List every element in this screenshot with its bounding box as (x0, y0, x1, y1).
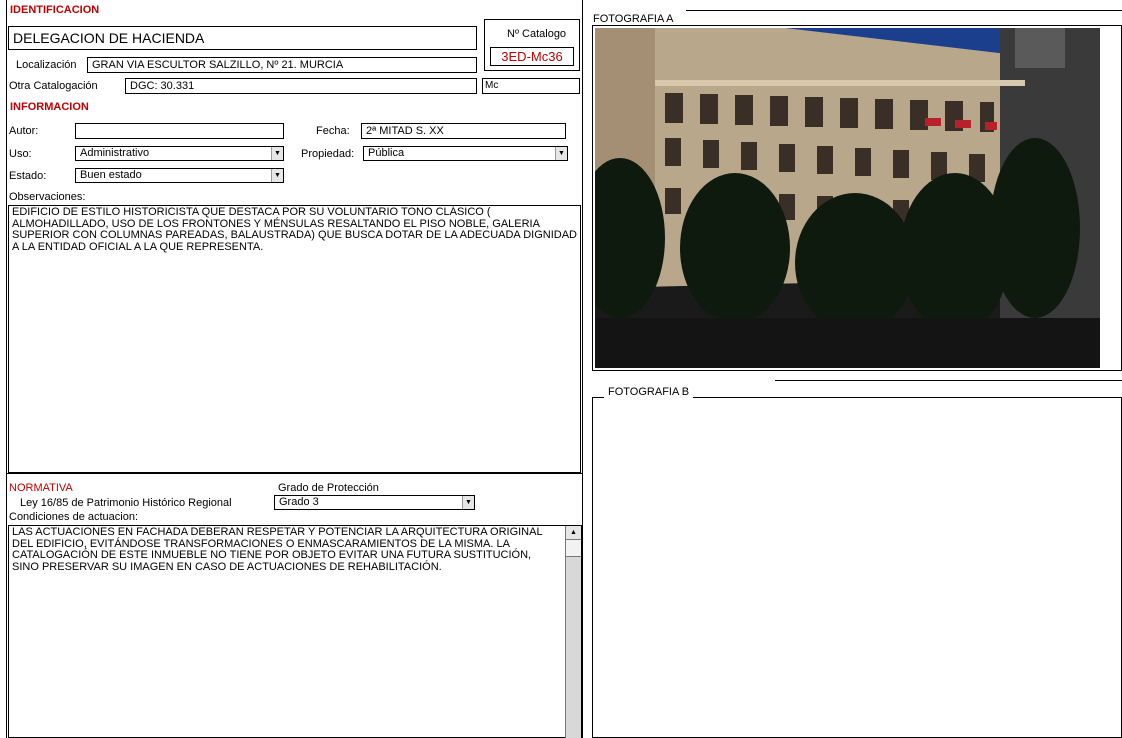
observaciones-label: Observaciones: (9, 191, 86, 203)
localizacion-field[interactable]: GRAN VIA ESCULTOR SALZILLO, Nº 21. MURCI… (87, 57, 477, 73)
grado-select[interactable]: Grado 3 ▼ (274, 495, 475, 510)
fecha-field[interactable]: 2ª MITAD S. XX (361, 123, 566, 139)
propiedad-select[interactable]: Pública ▼ (363, 146, 568, 161)
uso-label: Uso: (9, 148, 32, 160)
catalog-number-field[interactable]: 3ED-Mc36 (490, 47, 574, 66)
condiciones-label: Condiciones de actuacion: (9, 511, 139, 523)
fotografia-a-top-line (686, 10, 1122, 11)
informacion-title: INFORMACION (10, 101, 89, 113)
otra-catalogacion-label: Otra Catalogación (9, 80, 98, 92)
fotografia-b-label: FOTOGRAFIA B (604, 386, 694, 398)
section-divider (6, 473, 583, 474)
otra-catalogacion-field[interactable]: DGC: 30.331 (125, 78, 477, 94)
estado-select-value: Buen estado (80, 169, 142, 181)
scroll-thumb[interactable] (566, 540, 581, 557)
chevron-down-icon[interactable]: ▼ (271, 169, 283, 182)
fotografia-b-top-line (775, 380, 1122, 381)
estado-select[interactable]: Buen estado ▼ (75, 168, 284, 183)
grado-proteccion-label: Grado de Protección (278, 482, 379, 494)
mc-field[interactable]: Mc (482, 78, 580, 94)
fotografia-b-frame (592, 397, 1122, 738)
uso-select-value: Administrativo (80, 147, 150, 159)
chevron-down-icon[interactable]: ▼ (462, 496, 474, 509)
building-name-field[interactable]: DELEGACION DE HACIENDA (8, 26, 477, 50)
fecha-label: Fecha: (316, 125, 350, 137)
observaciones-textarea[interactable]: EDIFICIO DE ESTILO HISTORICISTA QUE DEST… (8, 205, 581, 473)
condiciones-textarea[interactable]: LAS ACTUACIONES EN FACHADA DEBERAN RESPE… (8, 525, 582, 738)
normativa-title: NORMATIVA (9, 482, 73, 494)
propiedad-select-value: Pública (368, 147, 405, 159)
uso-select[interactable]: Administrativo ▼ (75, 146, 284, 161)
propiedad-label: Propiedad: (301, 148, 355, 160)
autor-label: Autor: (9, 125, 39, 137)
ley-label: Ley 16/85 de Patrimonio Histórico Region… (20, 497, 232, 509)
estado-label: Estado: (9, 170, 47, 182)
identificacion-title: IDENTIFICACION (10, 4, 100, 16)
chevron-down-icon[interactable]: ▼ (271, 147, 283, 160)
grado-select-value: Grado 3 (279, 496, 319, 508)
fotografia-a-image (595, 28, 1100, 368)
chevron-down-icon[interactable]: ▼ (555, 147, 567, 160)
catalog-label: Nº Catalogo (507, 28, 567, 40)
condiciones-scrollbar[interactable]: ▲ (565, 526, 581, 738)
scroll-up-arrow-icon[interactable]: ▲ (566, 526, 581, 540)
autor-field[interactable] (75, 123, 284, 139)
localizacion-label: Localización (16, 59, 77, 71)
fotografia-a-label: FOTOGRAFIA A (593, 13, 674, 25)
